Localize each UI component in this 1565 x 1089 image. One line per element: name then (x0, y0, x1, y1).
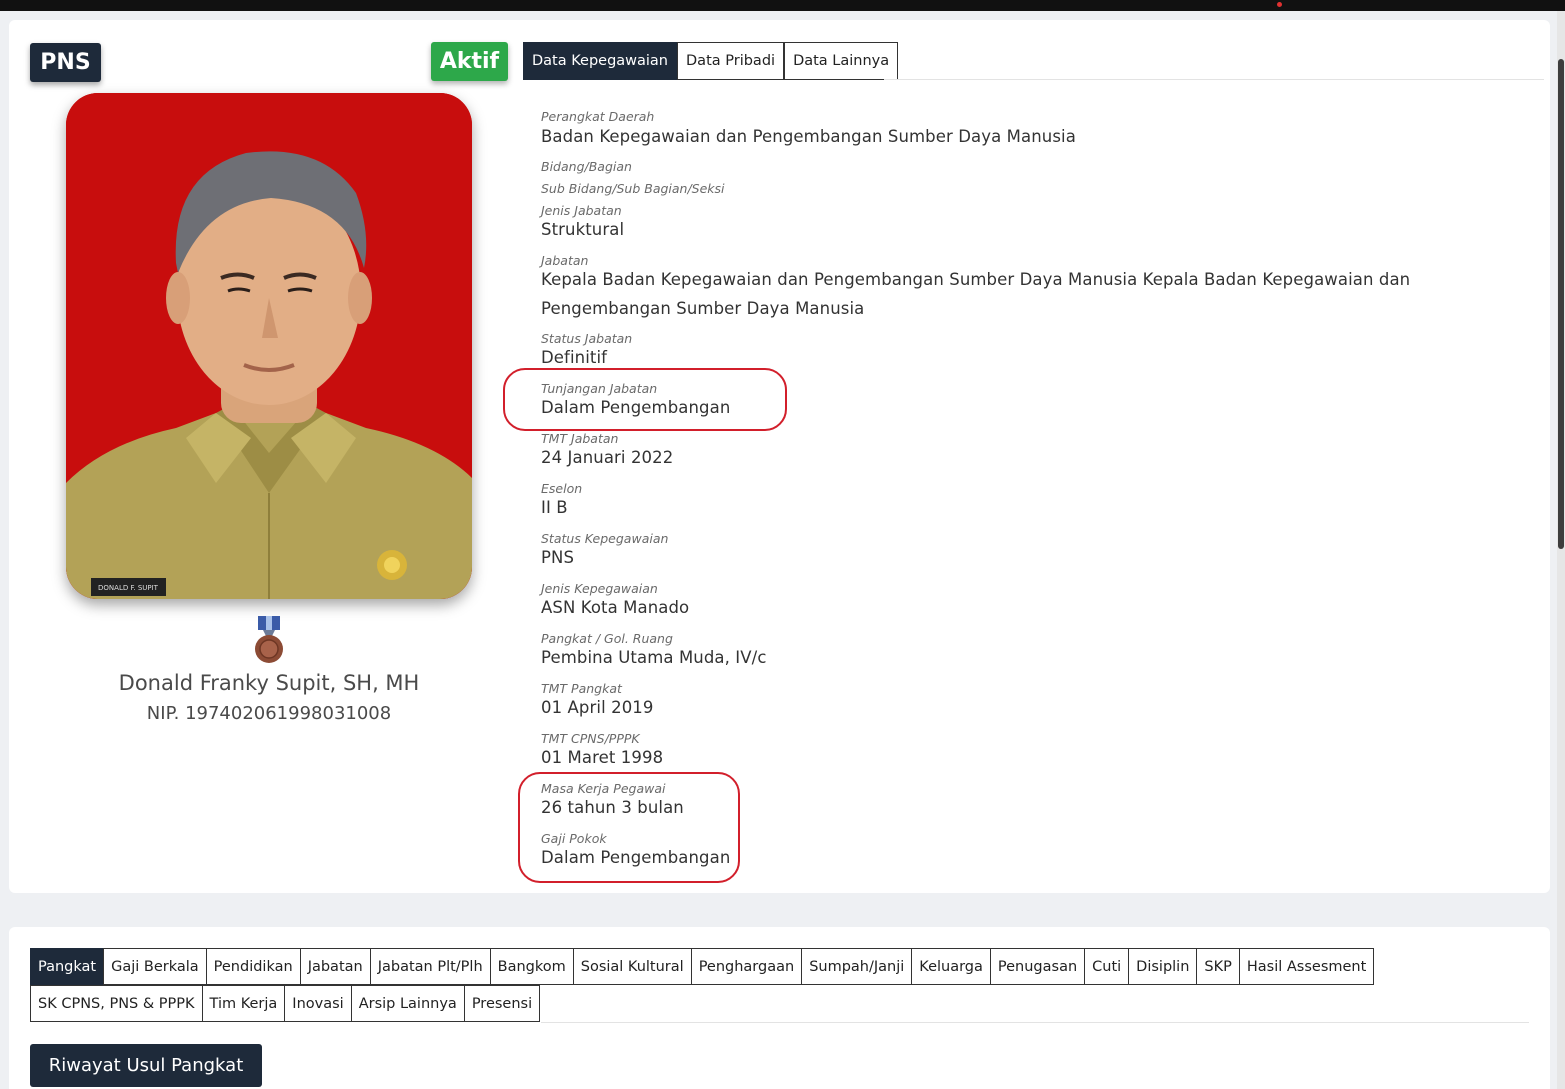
history-tabs-divider (541, 1022, 1529, 1023)
tab-tim-kerja[interactable]: Tim Kerja (201, 985, 286, 1022)
label-jenis-jabatan: Jenis Jabatan (541, 203, 622, 218)
tab-arsip-lainnya[interactable]: Arsip Lainnya (350, 985, 465, 1022)
tab-pangkat[interactable]: Pangkat (30, 948, 105, 985)
tab-inovasi[interactable]: Inovasi (284, 985, 352, 1022)
employee-photo: DONALD F. SUPIT (66, 93, 472, 599)
value-tmt-pangkat: 01 April 2019 (541, 698, 654, 717)
label-tmt-pangkat: TMT Pangkat (541, 681, 622, 696)
label-jabatan: Jabatan (541, 253, 589, 268)
history-tabs-row-1: Pangkat Gaji Berkala Pendidikan Jabatan … (30, 948, 1530, 985)
employee-type-badge: PNS (30, 43, 101, 82)
annotation-circle-masa-kerja (518, 772, 740, 883)
riwayat-usul-pangkat-button[interactable]: Riwayat Usul Pangkat (30, 1044, 262, 1087)
value-jabatan-line2: Pengembangan Sumber Daya Manusia (541, 299, 865, 318)
history-tabs: Pangkat Gaji Berkala Pendidikan Jabatan … (30, 948, 1530, 1022)
medal-icon (254, 616, 284, 666)
tab-bangkom[interactable]: Bangkom (489, 948, 574, 985)
value-jabatan-line1: Kepala Badan Kepegawaian dan Pengembanga… (541, 270, 1411, 289)
value-tmt-cpns: 01 Maret 1998 (541, 748, 664, 767)
scrollbar-thumb[interactable] (1558, 59, 1564, 549)
label-eselon: Eselon (541, 481, 583, 496)
label-sub-bidang: Sub Bidang/Sub Bagian/Seksi (541, 181, 725, 196)
value-pangkat: Pembina Utama Muda, IV/c (541, 648, 767, 667)
tab-skp[interactable]: SKP (1196, 948, 1240, 985)
employee-nip: NIP. 197402061998031008 (146, 703, 392, 724)
label-pangkat: Pangkat / Gol. Ruang (541, 631, 673, 646)
label-perangkat-daerah: Perangkat Daerah (541, 109, 655, 124)
tab-keluarga[interactable]: Keluarga (911, 948, 991, 985)
value-tmt-jabatan: 24 Januari 2022 (541, 448, 674, 467)
history-tabs-row-2: SK CPNS, PNS & PPPK Tim Kerja Inovasi Ar… (30, 985, 1530, 1022)
tab-hasil-assesment[interactable]: Hasil Assesment (1238, 948, 1375, 985)
tab-data-pribadi[interactable]: Data Pribadi (677, 42, 785, 80)
employee-portrait-illustration: DONALD F. SUPIT (66, 93, 472, 599)
employee-name: Donald Franky Supit, SH, MH (118, 671, 420, 695)
tab-sk-cpns-pns-pppk[interactable]: SK CPNS, PNS & PPPK (30, 985, 203, 1022)
annotation-circle-tunjangan (503, 368, 787, 431)
page-scrollbar[interactable] (1557, 11, 1565, 1089)
tabs-divider (884, 79, 1544, 80)
tab-penghargaan[interactable]: Penghargaan (690, 948, 803, 985)
tab-jabatan-plt-plh[interactable]: Jabatan Plt/Plh (369, 948, 491, 985)
label-status-jabatan: Status Jabatan (541, 331, 633, 346)
tab-gaji-berkala[interactable]: Gaji Berkala (103, 948, 207, 985)
tab-jabatan[interactable]: Jabatan (299, 948, 371, 985)
value-jenis-kepegawaian: ASN Kota Manado (541, 598, 690, 617)
tab-disiplin[interactable]: Disiplin (1128, 948, 1198, 985)
value-perangkat-daerah: Badan Kepegawaian dan Pengembangan Sumbe… (541, 127, 1076, 146)
value-jenis-jabatan: Struktural (541, 220, 625, 239)
label-tmt-jabatan: TMT Jabatan (541, 431, 619, 446)
label-tmt-cpns: TMT CPNS/PPPK (541, 731, 640, 746)
photo-name-tag: DONALD F. SUPIT (98, 584, 159, 592)
tab-presensi[interactable]: Presensi (463, 985, 541, 1022)
label-bidang-bagian: Bidang/Bagian (541, 159, 632, 174)
tab-cuti[interactable]: Cuti (1084, 948, 1130, 985)
value-status-jabatan: Definitif (541, 348, 608, 367)
profile-tabs: Data Kepegawaian Data Pribadi Data Lainn… (523, 42, 899, 80)
tab-penugasan[interactable]: Penugasan (989, 948, 1086, 985)
tab-sumpah-janji[interactable]: Sumpah/Janji (801, 948, 913, 985)
tab-data-lainnya[interactable]: Data Lainnya (784, 42, 899, 80)
value-status-kepegawaian: PNS (541, 548, 575, 567)
value-eselon: II B (541, 498, 568, 517)
label-jenis-kepegawaian: Jenis Kepegawaian (541, 581, 658, 596)
tab-pendidikan[interactable]: Pendidikan (205, 948, 301, 985)
label-status-kepegawaian: Status Kepegawaian (541, 531, 669, 546)
employee-status-badge: Aktif (431, 42, 508, 81)
notification-dot (1277, 2, 1282, 7)
tab-sosial-kultural[interactable]: Sosial Kultural (572, 948, 692, 985)
browser-top-bar (0, 0, 1565, 11)
tab-data-kepegawaian[interactable]: Data Kepegawaian (523, 42, 678, 80)
